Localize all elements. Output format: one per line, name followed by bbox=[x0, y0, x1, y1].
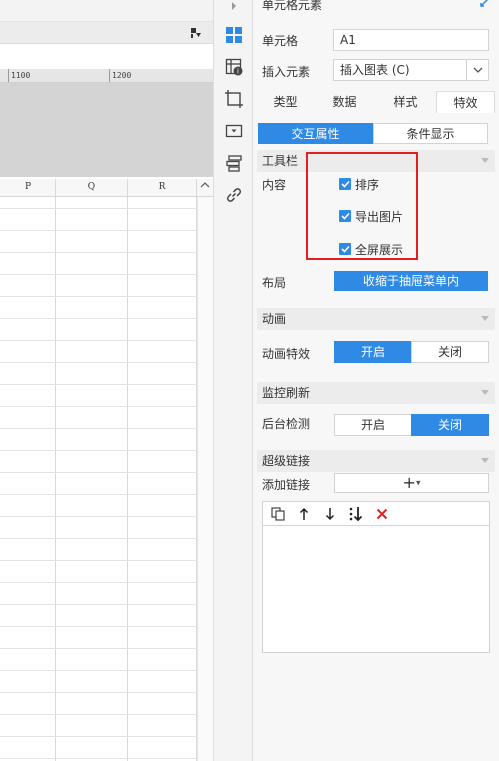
grid-row-line bbox=[0, 670, 197, 671]
tab-effects[interactable]: 特效 bbox=[436, 91, 495, 113]
grid-row-line bbox=[0, 274, 197, 275]
caret-down-icon[interactable] bbox=[481, 158, 489, 163]
grid-row-line bbox=[0, 714, 197, 715]
report-canvas bbox=[0, 83, 213, 177]
copy-icon[interactable] bbox=[269, 505, 287, 523]
grid-row-line bbox=[0, 472, 197, 473]
grid-row-line bbox=[0, 406, 197, 407]
hyperlink-section-header[interactable]: 超级链接 bbox=[257, 450, 495, 472]
chevron-down-icon[interactable] bbox=[466, 60, 488, 80]
condition-icon[interactable] bbox=[222, 151, 246, 175]
grid-row-line bbox=[0, 582, 197, 583]
cell-element-icon[interactable] bbox=[222, 23, 246, 47]
delete-icon[interactable] bbox=[373, 505, 391, 523]
animation-section-header[interactable]: 动画 bbox=[257, 308, 495, 330]
highlight-box bbox=[306, 152, 418, 260]
layout-label: 布局 bbox=[262, 276, 287, 290]
layout-button[interactable]: 收缩于抽屉菜单内 bbox=[334, 271, 488, 291]
widget-icon[interactable] bbox=[222, 119, 246, 143]
column-header-r[interactable]: R bbox=[127, 182, 197, 192]
column-divider bbox=[127, 179, 128, 761]
insert-element-select[interactable]: 插入图表 (C) bbox=[333, 59, 489, 81]
link-toolbar bbox=[262, 501, 490, 525]
animation-label: 动画特效 bbox=[262, 347, 311, 361]
grid-row-line bbox=[0, 208, 197, 209]
tab-data[interactable]: 数据 bbox=[314, 91, 375, 113]
grid-row-line bbox=[0, 604, 197, 605]
horizontal-ruler: 1100 1200 bbox=[0, 69, 213, 83]
cell-attribute-icon[interactable]: i bbox=[222, 55, 246, 79]
property-icon-strip: i bbox=[213, 0, 253, 761]
insert-element-label: 插入元素 bbox=[262, 65, 311, 79]
sheet-formula-bar bbox=[0, 22, 213, 44]
border-icon[interactable] bbox=[222, 87, 246, 111]
insert-element-value: 插入图表 (C) bbox=[340, 63, 410, 77]
monitor-section-title: 监控刷新 bbox=[262, 386, 311, 400]
cell-label: 单元格 bbox=[262, 34, 299, 48]
column-header-q[interactable]: Q bbox=[56, 182, 127, 192]
content-label: 内容 bbox=[262, 178, 287, 192]
grid-row-line bbox=[0, 318, 197, 319]
add-link-label: 添加链接 bbox=[262, 478, 311, 492]
grid-row-line bbox=[0, 252, 197, 253]
add-link-button[interactable]: +▾ bbox=[334, 473, 489, 493]
grid-row-line bbox=[0, 736, 197, 737]
ruler-label-1100: 1100 bbox=[11, 71, 31, 80]
monitor-off-button[interactable]: 关闭 bbox=[411, 414, 489, 436]
caret-down-icon[interactable] bbox=[481, 390, 489, 395]
grid-row-line bbox=[0, 362, 197, 363]
grid-row-line bbox=[0, 450, 197, 451]
scroll-up-arrow-icon[interactable] bbox=[197, 179, 213, 197]
hyperlink-icon[interactable] bbox=[222, 183, 246, 207]
toolbar-section-title: 工具栏 bbox=[262, 154, 299, 168]
column-header-p[interactable]: P bbox=[0, 182, 56, 192]
animation-on-button[interactable]: 开启 bbox=[334, 341, 412, 363]
monitor-section-header[interactable]: 监控刷新 bbox=[257, 382, 495, 404]
grid-row-line bbox=[0, 296, 197, 297]
sheet-toolbar bbox=[0, 0, 213, 22]
column-divider bbox=[55, 179, 56, 761]
caret-down-icon[interactable] bbox=[481, 458, 489, 463]
subtab-interaction[interactable]: 交互属性 bbox=[258, 123, 373, 144]
grid-row-line bbox=[0, 560, 197, 561]
caret-down-icon[interactable] bbox=[481, 316, 489, 321]
grid-row-line bbox=[0, 648, 197, 649]
hyperlink-section-title: 超级链接 bbox=[262, 454, 311, 468]
grid-row-line bbox=[0, 692, 197, 693]
grid-row-line bbox=[0, 758, 197, 759]
animation-section-title: 动画 bbox=[262, 312, 287, 326]
panel-title: 单元格元素 bbox=[262, 0, 323, 12]
grid-row-line bbox=[0, 516, 197, 517]
svg-text:i: i bbox=[237, 68, 239, 76]
column-header: P Q R bbox=[0, 179, 213, 197]
grid-row-line bbox=[0, 538, 197, 539]
monitor-label: 后台检测 bbox=[262, 417, 311, 431]
grid-row-line bbox=[0, 428, 197, 429]
grid-row-line bbox=[0, 384, 197, 385]
monitor-on-button[interactable]: 开启 bbox=[334, 414, 412, 436]
property-panel: 单元格元素 单元格 A1 插入元素 插入图表 (C) 类型 数据 样式 特效 交… bbox=[253, 0, 499, 761]
grid-row-line bbox=[0, 230, 197, 231]
vertical-scrollbar[interactable] bbox=[197, 197, 213, 761]
cell-field[interactable]: A1 bbox=[333, 29, 489, 51]
sort-order-icon[interactable] bbox=[347, 505, 365, 523]
collapse-icon[interactable] bbox=[189, 26, 203, 40]
grid-row-line bbox=[0, 494, 197, 495]
resize-arrow-icon[interactable] bbox=[479, 0, 491, 11]
move-up-icon[interactable] bbox=[295, 505, 313, 523]
move-down-icon[interactable] bbox=[321, 505, 339, 523]
animation-off-button[interactable]: 关闭 bbox=[411, 341, 489, 363]
plus-icon: + bbox=[402, 473, 416, 492]
tab-style[interactable]: 样式 bbox=[375, 91, 436, 113]
ruler-label-1200: 1200 bbox=[112, 71, 132, 80]
expand-arrow-icon[interactable] bbox=[222, 0, 246, 18]
subtab-condition-display[interactable]: 条件显示 bbox=[373, 123, 488, 144]
tab-type[interactable]: 类型 bbox=[257, 91, 314, 113]
hyperlink-list[interactable] bbox=[262, 525, 490, 653]
dropdown-caret-icon: ▾ bbox=[415, 478, 421, 489]
spreadsheet-area[interactable]: 1100 1200 P Q R bbox=[0, 0, 213, 761]
grid-row-line bbox=[0, 626, 197, 627]
grid-row-line bbox=[0, 340, 197, 341]
